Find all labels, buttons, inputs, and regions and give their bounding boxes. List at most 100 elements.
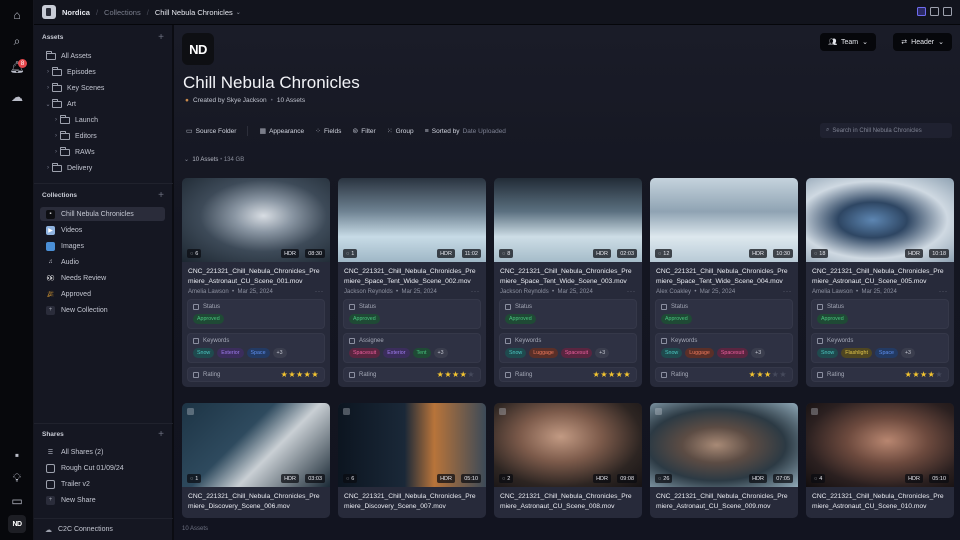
keyword-tag[interactable]: Luggage bbox=[529, 348, 558, 358]
sidebar-item-art[interactable]: ⌄ Art bbox=[40, 97, 165, 111]
asset-thumbnail[interactable]: ◌ 26 HDR 07:05 bbox=[650, 403, 798, 487]
asset-name[interactable]: CNC_221321_Chill_Nebula_Chronicles_Premi… bbox=[650, 262, 798, 287]
star-rating[interactable]: ★★★★★ bbox=[281, 370, 319, 379]
more-options-icon[interactable]: ··· bbox=[939, 289, 948, 295]
status-badge[interactable]: Approved bbox=[661, 314, 692, 324]
asset-thumbnail[interactable]: ◌ 18 HDR 10:18 bbox=[806, 178, 954, 262]
keyword-tag[interactable]: Snow bbox=[193, 348, 215, 358]
appearance-button[interactable]: ▦ Appearance bbox=[259, 127, 304, 136]
sidebar-item-all-assets[interactable]: All Assets bbox=[40, 49, 165, 63]
more-options-icon[interactable]: ··· bbox=[471, 289, 480, 295]
star-icon[interactable]: ★ bbox=[764, 370, 772, 379]
asset-card[interactable]: ◌ 1 HDR 03:03 CNC_221321_Chill_Nebula_Chroni… bbox=[182, 403, 330, 518]
asset-thumbnail[interactable]: ◌ 8 HDR 02:03 bbox=[494, 178, 642, 262]
asset-card[interactable]: ◌ 1 HDR 11:02 CNC_221321_Chill_Nebula_Chroni… bbox=[338, 178, 486, 387]
asset-card[interactable]: ◌ 2 HDR 09:08 CNC_221321_Chill_Nebula_Chroni… bbox=[494, 403, 642, 518]
status-badge[interactable]: Approved bbox=[193, 314, 224, 324]
new-collection-button[interactable]: + New Collection bbox=[40, 303, 165, 317]
chevron-down-icon[interactable]: ⌄ bbox=[236, 9, 241, 16]
star-icon[interactable]: ★ bbox=[288, 370, 296, 379]
more-options-icon[interactable]: ··· bbox=[627, 289, 636, 295]
source-folder-button[interactable]: ▭ Source Folder bbox=[186, 127, 236, 136]
cloud-upload-icon[interactable]: ☁ bbox=[8, 88, 26, 106]
status-badge[interactable]: Approved bbox=[349, 314, 380, 324]
keyword-tag[interactable]: +3 bbox=[595, 348, 610, 358]
keyword-tag[interactable]: Space bbox=[874, 348, 898, 358]
chevron-down-icon[interactable]: ⌄ bbox=[44, 101, 52, 108]
sidebar-item-all-shares[interactable]: ☰ All Shares (2) bbox=[40, 445, 165, 459]
sidebar-item-launch[interactable]: › Launch bbox=[40, 113, 165, 127]
more-options-icon[interactable]: ··· bbox=[783, 289, 792, 295]
asset-name[interactable]: CNC_221321_Chill_Nebula_Chronicles_Premi… bbox=[494, 262, 642, 287]
asset-card[interactable]: ◌ 18 HDR 10:18 CNC_221321_Chill_Nebula_Chron… bbox=[806, 178, 954, 387]
sidebar-item-editors[interactable]: › Editors bbox=[40, 129, 165, 143]
star-icon[interactable]: ★ bbox=[452, 370, 460, 379]
breadcrumb-collections[interactable]: Collections bbox=[104, 8, 141, 17]
asset-thumbnail[interactable]: ◌ 4 HDR 05:10 bbox=[806, 403, 954, 487]
asset-name[interactable]: CNC_221321_Chill_Nebula_Chronicles_Premi… bbox=[806, 262, 954, 287]
asset-thumbnail[interactable]: ◌ 1 HDR 11:02 bbox=[338, 178, 486, 262]
asset-thumbnail[interactable]: ◌ 6 HDR 05:10 bbox=[338, 403, 486, 487]
asset-name[interactable]: CNC_221321_Chill_Nebula_Chronicles_Premi… bbox=[650, 487, 798, 512]
left-panel-toggle-icon[interactable] bbox=[917, 7, 926, 16]
star-rating[interactable]: ★★★★★ bbox=[437, 370, 475, 379]
asset-card[interactable]: ◌ 6 HDR 08:30 CNC_221321_Chill_Nebula_Chroni… bbox=[182, 178, 330, 387]
user-avatar[interactable]: ND bbox=[8, 515, 26, 533]
keyword-tag[interactable]: Exterior bbox=[383, 348, 410, 358]
sidebar-item-audio[interactable]: ♫ Audio bbox=[40, 255, 165, 269]
star-icon[interactable]: ★ bbox=[779, 370, 787, 379]
asset-card[interactable]: ◌ 8 HDR 02:03 CNC_221321_Chill_Nebula_Chroni… bbox=[494, 178, 642, 387]
keyword-tag[interactable]: Luggage bbox=[685, 348, 714, 358]
asset-thumbnail[interactable]: ◌ 1 HDR 03:03 bbox=[182, 403, 330, 487]
fields-button[interactable]: ⁘ Fields bbox=[315, 127, 341, 136]
chevron-right-icon[interactable]: › bbox=[52, 133, 60, 139]
star-icon[interactable]: ★ bbox=[756, 370, 764, 379]
keyword-tag[interactable]: Spacesuit bbox=[349, 348, 381, 358]
asset-name[interactable]: CNC_221321_Chill_Nebula_Chronicles_Premi… bbox=[338, 262, 486, 287]
keyword-tag[interactable]: Snow bbox=[661, 348, 683, 358]
asset-thumbnail[interactable]: ◌ 12 HDR 10:30 bbox=[650, 178, 798, 262]
star-icon[interactable]: ★ bbox=[311, 370, 319, 379]
sidebar-item-episodes[interactable]: › Episodes bbox=[40, 65, 165, 79]
star-rating[interactable]: ★★★★★ bbox=[749, 370, 787, 379]
select-checkbox[interactable] bbox=[655, 408, 662, 415]
right-panel-toggle-icon[interactable] bbox=[943, 7, 952, 16]
keyword-tag[interactable]: +3 bbox=[433, 348, 448, 358]
more-options-icon[interactable]: ··· bbox=[315, 289, 324, 295]
asset-name[interactable]: CNC_221321_Chill_Nebula_Chronicles_Premi… bbox=[182, 262, 330, 287]
sidebar-item-images[interactable]: Images bbox=[40, 239, 165, 253]
keyword-tag[interactable]: Snow bbox=[817, 348, 839, 358]
filter-button[interactable]: ⊚ Filter bbox=[352, 127, 375, 136]
select-checkbox[interactable] bbox=[343, 408, 350, 415]
chevron-right-icon[interactable]: › bbox=[52, 117, 60, 123]
star-icon[interactable]: ★ bbox=[920, 370, 928, 379]
asset-name[interactable]: CNC_221321_Chill_Nebula_Chronicles_Premi… bbox=[338, 487, 486, 512]
search-input[interactable]: ⌕ Search in Chill Nebula Chronicles bbox=[820, 123, 952, 138]
sidebar-item-delivery[interactable]: › Delivery bbox=[40, 161, 165, 175]
sort-button[interactable]: ≡ Sorted by Date Uploaded bbox=[425, 128, 506, 135]
breadcrumb-current[interactable]: Chill Nebula Chronicles bbox=[155, 8, 233, 17]
chevron-right-icon[interactable]: › bbox=[44, 165, 52, 171]
add-collection-icon[interactable]: + bbox=[158, 191, 164, 201]
chevron-right-icon[interactable]: › bbox=[44, 69, 52, 75]
keyword-tag[interactable]: Spacesuit bbox=[716, 348, 749, 358]
select-checkbox[interactable] bbox=[811, 408, 818, 415]
add-share-icon[interactable]: + bbox=[158, 430, 164, 440]
keyword-tag[interactable]: Tent bbox=[412, 348, 431, 358]
new-share-button[interactable]: + New Share bbox=[40, 493, 165, 507]
chevron-right-icon[interactable]: › bbox=[52, 149, 60, 155]
home-icon[interactable]: ⌂ bbox=[8, 6, 26, 24]
header-button[interactable]: ⇄ Header ⌄ bbox=[893, 33, 952, 51]
sidebar-item-rough-cut[interactable]: Rough Cut 01/09/24 bbox=[40, 461, 165, 475]
star-icon[interactable]: ★ bbox=[912, 370, 920, 379]
select-checkbox[interactable] bbox=[499, 408, 506, 415]
asset-card[interactable]: ◌ 6 HDR 05:10 CNC_221321_Chill_Nebula_Chroni… bbox=[338, 403, 486, 518]
feedback-icon[interactable]: ▪ bbox=[8, 446, 26, 464]
sidebar-item-approved[interactable]: 🎉︎ Approved bbox=[40, 287, 165, 301]
search-icon[interactable]: ⌕ bbox=[8, 32, 26, 50]
inbox-icon[interactable]: ▭ bbox=[8, 492, 26, 510]
star-icon[interactable]: ★ bbox=[467, 370, 475, 379]
asset-name[interactable]: CNC_221321_Chill_Nebula_Chronicles_Premi… bbox=[806, 487, 954, 512]
split-panel-toggle-icon[interactable] bbox=[930, 7, 939, 16]
sidebar-item-raws[interactable]: › RAWs bbox=[40, 145, 165, 159]
